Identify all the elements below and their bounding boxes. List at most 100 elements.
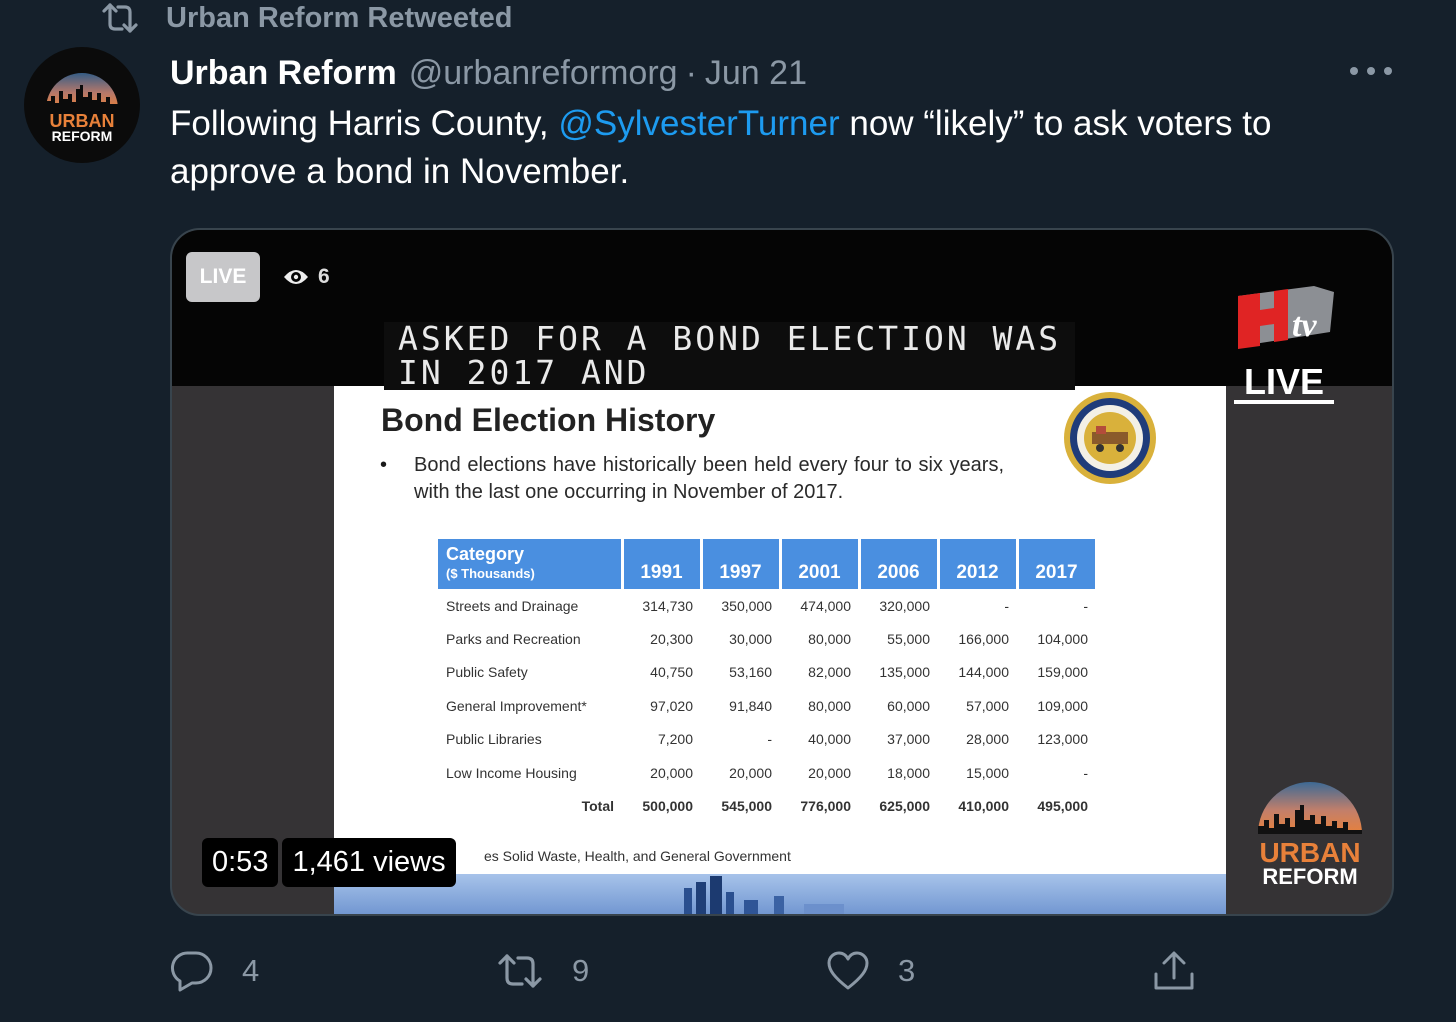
total-cell: 545,000	[721, 798, 772, 815]
share-button[interactable]	[1152, 946, 1196, 996]
author-handle[interactable]: @urbanreformorg	[409, 54, 678, 93]
table-cell: 135,000	[879, 664, 930, 681]
slide-title: Bond Election History	[381, 402, 716, 438]
row-label: Public Libraries	[446, 731, 542, 748]
total-label: Total	[581, 798, 614, 815]
table-header-row: Category ($ Thousands) 1991 1997 2001 20…	[438, 539, 1098, 589]
row-label: Parks and Recreation	[446, 631, 581, 648]
video-view-count: 1,461 views	[282, 838, 456, 887]
table-cell: 57,000	[966, 697, 1009, 714]
year-header: 2006	[859, 539, 940, 589]
viewer-count-value: 6	[318, 265, 330, 288]
video-player[interactable]: LIVE 6 Bond Election History • Bond elec…	[170, 228, 1394, 916]
retweeted-by-label[interactable]: Urban Reform Retweeted	[166, 2, 512, 35]
share-icon	[1154, 951, 1194, 990]
table-row: Public Libraries 7,200 - 40,000 37,000 2…	[438, 723, 1096, 756]
row-label: General Improvement*	[446, 697, 587, 714]
table-cell: -	[1083, 764, 1088, 781]
table-cell: 80,000	[808, 697, 851, 714]
table-cell: 97,020	[650, 697, 693, 714]
retweet-count: 9	[572, 953, 590, 988]
svg-text:tv: tv	[1292, 307, 1317, 344]
year-header: 1991	[622, 539, 703, 589]
table-row: Low Income Housing 20,000 20,000 20,000 …	[438, 756, 1096, 789]
row-label: Low Income Housing	[446, 764, 577, 781]
row-label: Public Safety	[446, 664, 528, 681]
reply-icon	[170, 951, 213, 992]
table-row: Parks and Recreation 20,300 30,000 80,00…	[438, 622, 1096, 655]
video-meta: 0:53 1,461 views	[202, 838, 456, 887]
tweet-actions: 4 9 3	[170, 946, 1200, 996]
slide-bullet: Bond elections have historically been he…	[414, 454, 1004, 503]
total-cell: 500,000	[642, 798, 693, 815]
tweet-date[interactable]: Jun 21	[705, 54, 807, 93]
presentation-slide: Bond Election History • Bond elections h…	[334, 386, 1226, 914]
bond-history-table: Category ($ Thousands) 1991 1997 2001 20…	[438, 539, 1098, 823]
reply-count: 4	[242, 953, 260, 988]
like-count: 3	[898, 953, 916, 988]
category-header-unit: ($ Thousands)	[446, 566, 535, 581]
table-cell: 18,000	[887, 764, 930, 781]
retweet-context: Urban Reform Retweeted	[100, 0, 512, 36]
table-cell: 30,000	[729, 631, 772, 648]
category-header-label: Category	[446, 544, 525, 564]
tweet-text: Following Harris County, @SylvesterTurne…	[170, 100, 1380, 196]
table-cell: 20,000	[808, 764, 851, 781]
total-cell: 410,000	[958, 798, 1009, 815]
table-total-row: Total 500,000 545,000 776,000 625,000 41…	[438, 789, 1096, 822]
eye-icon	[284, 270, 308, 284]
retweet-icon	[102, 3, 138, 33]
table-cell: 350,000	[721, 597, 772, 614]
table-cell: 60,000	[887, 697, 930, 714]
year-header: 2001	[780, 539, 861, 589]
mention-link[interactable]: @SylvesterTurner	[558, 104, 839, 143]
viewer-count: 6	[282, 260, 330, 294]
htv-live-text: LIVE	[1244, 361, 1324, 402]
table-cell: -	[1004, 597, 1009, 614]
retweet-icon	[498, 954, 542, 988]
avatar[interactable]: URBAN REFORM	[24, 47, 140, 163]
video-timestamp: 0:53	[202, 838, 279, 887]
retweet-button[interactable]: 9	[496, 946, 589, 996]
slide-footnote: es Solid Waste, Health, and General Gove…	[484, 848, 791, 864]
table-cell: 20,000	[650, 764, 693, 781]
table-cell: 82,000	[808, 664, 851, 681]
reply-button[interactable]: 4	[170, 946, 259, 996]
author-name[interactable]: Urban Reform	[170, 54, 397, 93]
total-cell: 776,000	[800, 798, 851, 815]
table-cell: -	[1083, 597, 1088, 614]
table-cell: 53,160	[729, 664, 772, 681]
urban-reform-watermark-icon: URBAN REFORM	[1258, 782, 1362, 889]
header-separator: ·	[685, 53, 697, 92]
more-icon[interactable]	[1350, 58, 1392, 84]
table-cell: 28,000	[966, 731, 1009, 748]
category-header: Category ($ Thousands)	[438, 539, 624, 589]
table-cell: 40,750	[650, 664, 693, 681]
table-cell: 80,000	[808, 631, 851, 648]
table-cell: 104,000	[1037, 631, 1088, 648]
table-cell: 474,000	[800, 597, 851, 614]
table-cell: -	[767, 731, 772, 748]
video-caption: ASKED FOR A BOND ELECTION WAS IN 2017 AN…	[384, 322, 1076, 390]
tweet-text-start: Following Harris County,	[170, 104, 559, 143]
total-cell: 625,000	[879, 798, 930, 815]
like-button[interactable]: 3	[826, 946, 915, 996]
slide-skyline-image	[334, 874, 1226, 914]
year-header: 2017	[1017, 539, 1098, 589]
table-cell: 109,000	[1037, 697, 1088, 714]
table-row: General Improvement* 97,020 91,840 80,00…	[438, 689, 1096, 722]
table-cell: 166,000	[958, 631, 1009, 648]
table-cell: 20,300	[650, 631, 693, 648]
table-cell: 7,200	[657, 731, 693, 748]
live-badge: LIVE	[186, 252, 260, 302]
table-cell: 91,840	[729, 697, 772, 714]
table-cell: 15,000	[966, 764, 1009, 781]
avatar-line2: REFORM	[52, 128, 113, 144]
year-header: 1997	[701, 539, 782, 589]
bullet-marker: •	[380, 454, 388, 476]
table-row: Streets and Drainage 314,730 350,000 474…	[438, 589, 1096, 622]
table-cell: 55,000	[887, 631, 930, 648]
table-cell: 37,000	[887, 731, 930, 748]
watermark-line2: REFORM	[1262, 864, 1357, 889]
table-cell: 144,000	[958, 664, 1009, 681]
